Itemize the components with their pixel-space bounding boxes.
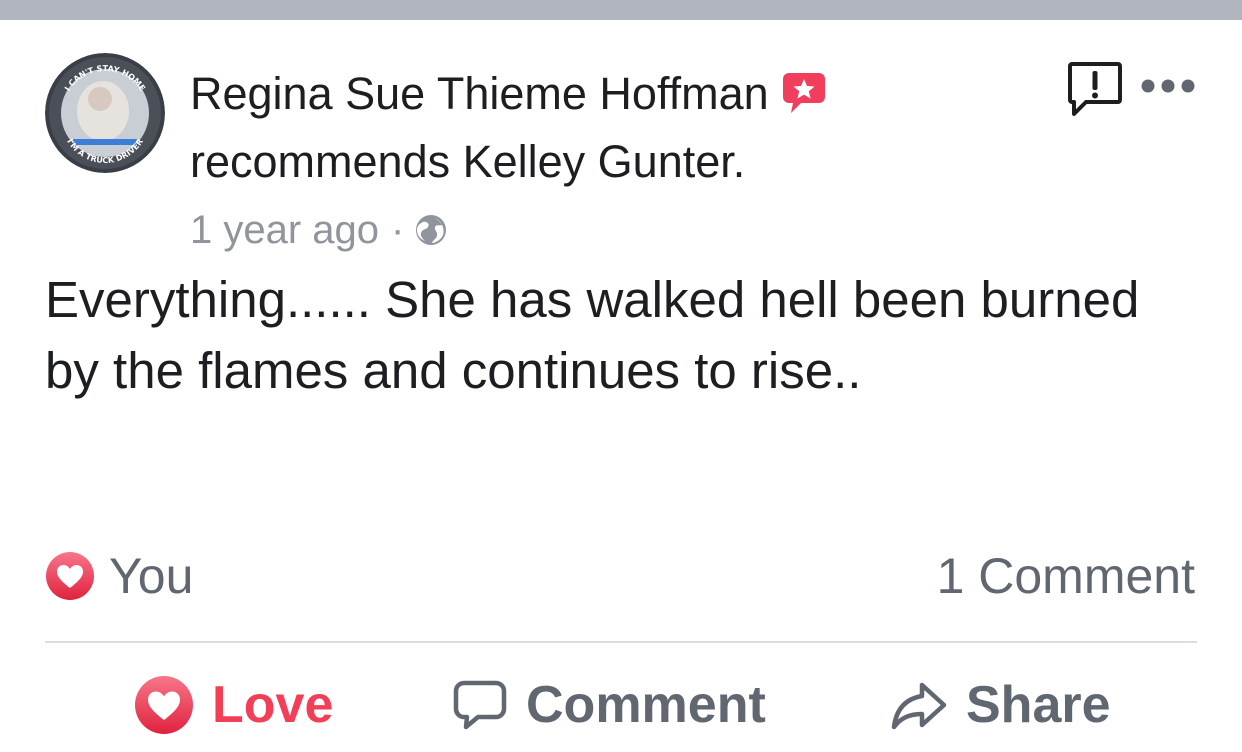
reactions-summary[interactable]: You <box>45 544 193 608</box>
share-button-label: Share <box>966 676 1111 734</box>
love-button[interactable]: Love <box>134 670 333 740</box>
post-body-text: Everything...... She has walked hell bee… <box>45 271 1140 399</box>
love-button-label: Love <box>212 676 334 734</box>
author-name[interactable]: Regina Sue Thieme Hoffman <box>190 68 769 119</box>
share-icon <box>891 682 947 730</box>
recommendation-text: recommends Kelley Gunter. <box>190 136 746 187</box>
post-meta: 1 year ago · <box>190 204 448 256</box>
author-avatar[interactable]: I CAN'T STAY HOME I'M A TRUCK DRIVER <box>45 53 165 173</box>
love-reaction-icon <box>46 552 94 600</box>
actions-divider <box>45 641 1197 643</box>
post-timestamp[interactable]: 1 year ago <box>190 204 379 256</box>
meta-separator: · <box>391 208 405 252</box>
recommendation-icon <box>782 73 825 113</box>
reaction-names: You <box>109 548 194 604</box>
globe-icon <box>416 215 447 245</box>
top-status-strip <box>0 0 1242 20</box>
comment-icon <box>453 680 507 730</box>
comment-button-label: Comment <box>526 676 766 734</box>
more-options-icon[interactable] <box>1140 76 1196 96</box>
share-button[interactable]: Share <box>890 670 1111 740</box>
avatar-image: I CAN'T STAY HOME I'M A TRUCK DRIVER <box>45 53 165 173</box>
love-icon <box>135 676 193 734</box>
comment-button[interactable]: Comment <box>452 670 766 740</box>
report-icon[interactable] <box>1066 60 1124 118</box>
post-header: Regina Sue Thieme Hoffman recommends Kel… <box>190 60 1010 196</box>
comment-count[interactable]: 1 Comment <box>937 544 1195 608</box>
